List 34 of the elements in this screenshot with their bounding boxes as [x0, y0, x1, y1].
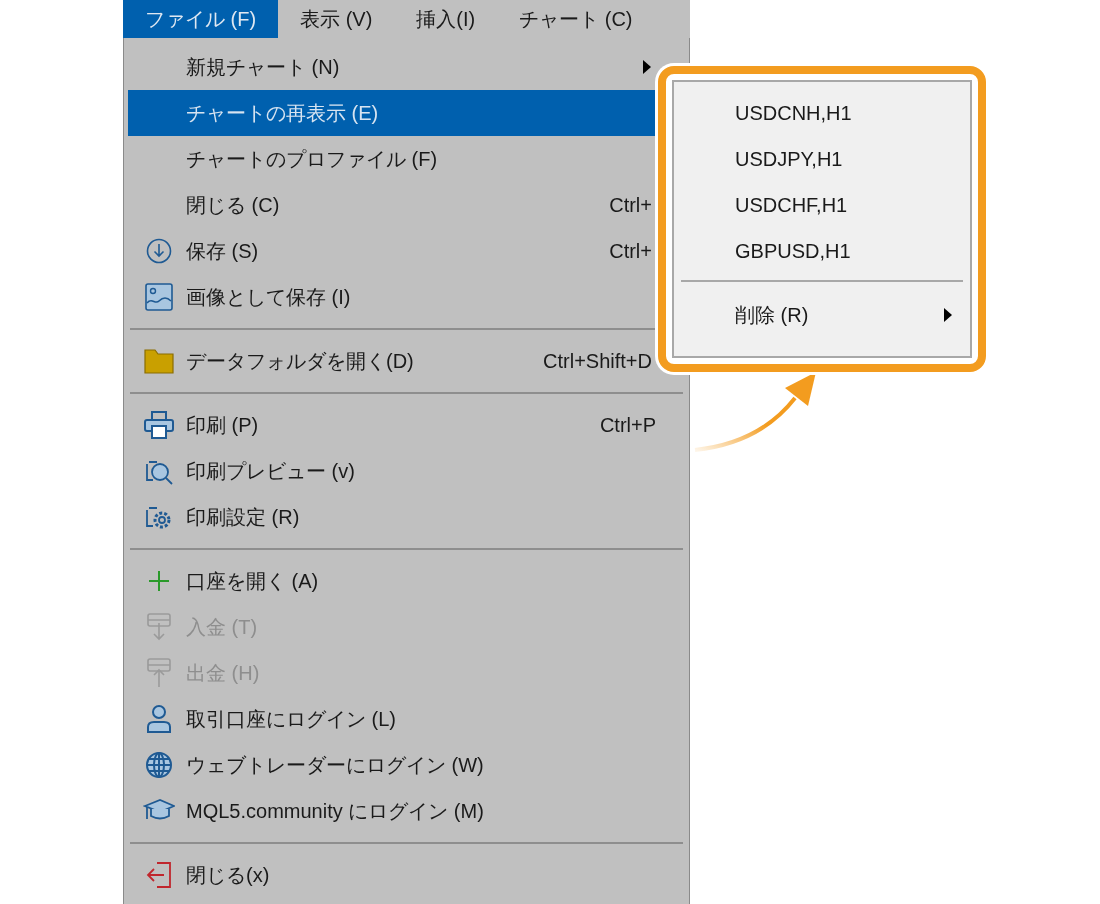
menu-item[interactable]: USDCHF,H1: [674, 182, 970, 228]
menu-item[interactable]: チャートのプロファイル (F): [128, 136, 655, 182]
menu-item[interactable]: USDCNH,H1: [674, 90, 970, 136]
tray-arrow-icon: [146, 658, 172, 688]
person-icon: [146, 705, 172, 733]
menu-bar-item[interactable]: ファイル (F): [123, 0, 279, 38]
folder-icon: [144, 348, 174, 374]
menu-bar-item[interactable]: 挿入(I): [394, 0, 498, 38]
menu-item[interactable]: 取引口座にログイン (L): [128, 696, 685, 742]
plus-icon: [148, 570, 170, 592]
menu-item[interactable]: MQL5.community にログイン (M): [128, 788, 685, 834]
menu-bar-item[interactable]: チャート (C): [497, 0, 655, 38]
menu-item[interactable]: 新規チャート (N): [128, 44, 655, 90]
globe-icon: [145, 751, 173, 779]
printer-icon: [144, 411, 174, 439]
download-icon: [146, 238, 172, 264]
menu-item[interactable]: ウェブトレーダーにログイン (W): [128, 742, 685, 788]
menu-item[interactable]: 印刷プレビュー (v): [128, 448, 685, 494]
menu-item[interactable]: 閉じる (C) Ctrl+: [128, 182, 655, 228]
tray-arrow-icon: [146, 613, 172, 641]
menu-item[interactable]: 口座を開く (A): [128, 558, 685, 604]
menu-bar-item[interactable]: 表示 (V): [278, 0, 395, 38]
menu-item[interactable]: データフォルダを開く(D) Ctrl+Shift+D: [128, 338, 655, 384]
menu-item[interactable]: 印刷 (P) Ctrl+P: [128, 402, 685, 448]
menu-item[interactable]: USDJPY,H1: [674, 136, 970, 182]
menu-item[interactable]: 削除 (R): [674, 292, 970, 338]
menu-item[interactable]: GBPUSD,H1: [674, 228, 970, 274]
menu-item[interactable]: 保存 (S) Ctrl+: [128, 228, 655, 274]
menu-item[interactable]: 印刷設定 (R): [128, 494, 685, 540]
menu-item[interactable]: チャートの再表示 (E): [128, 90, 655, 136]
menu-item[interactable]: 閉じる(x): [128, 852, 685, 898]
exit-icon: [145, 861, 173, 889]
image-icon: [145, 283, 173, 311]
menu-item[interactable]: 画像として保存 (I): [128, 274, 655, 320]
